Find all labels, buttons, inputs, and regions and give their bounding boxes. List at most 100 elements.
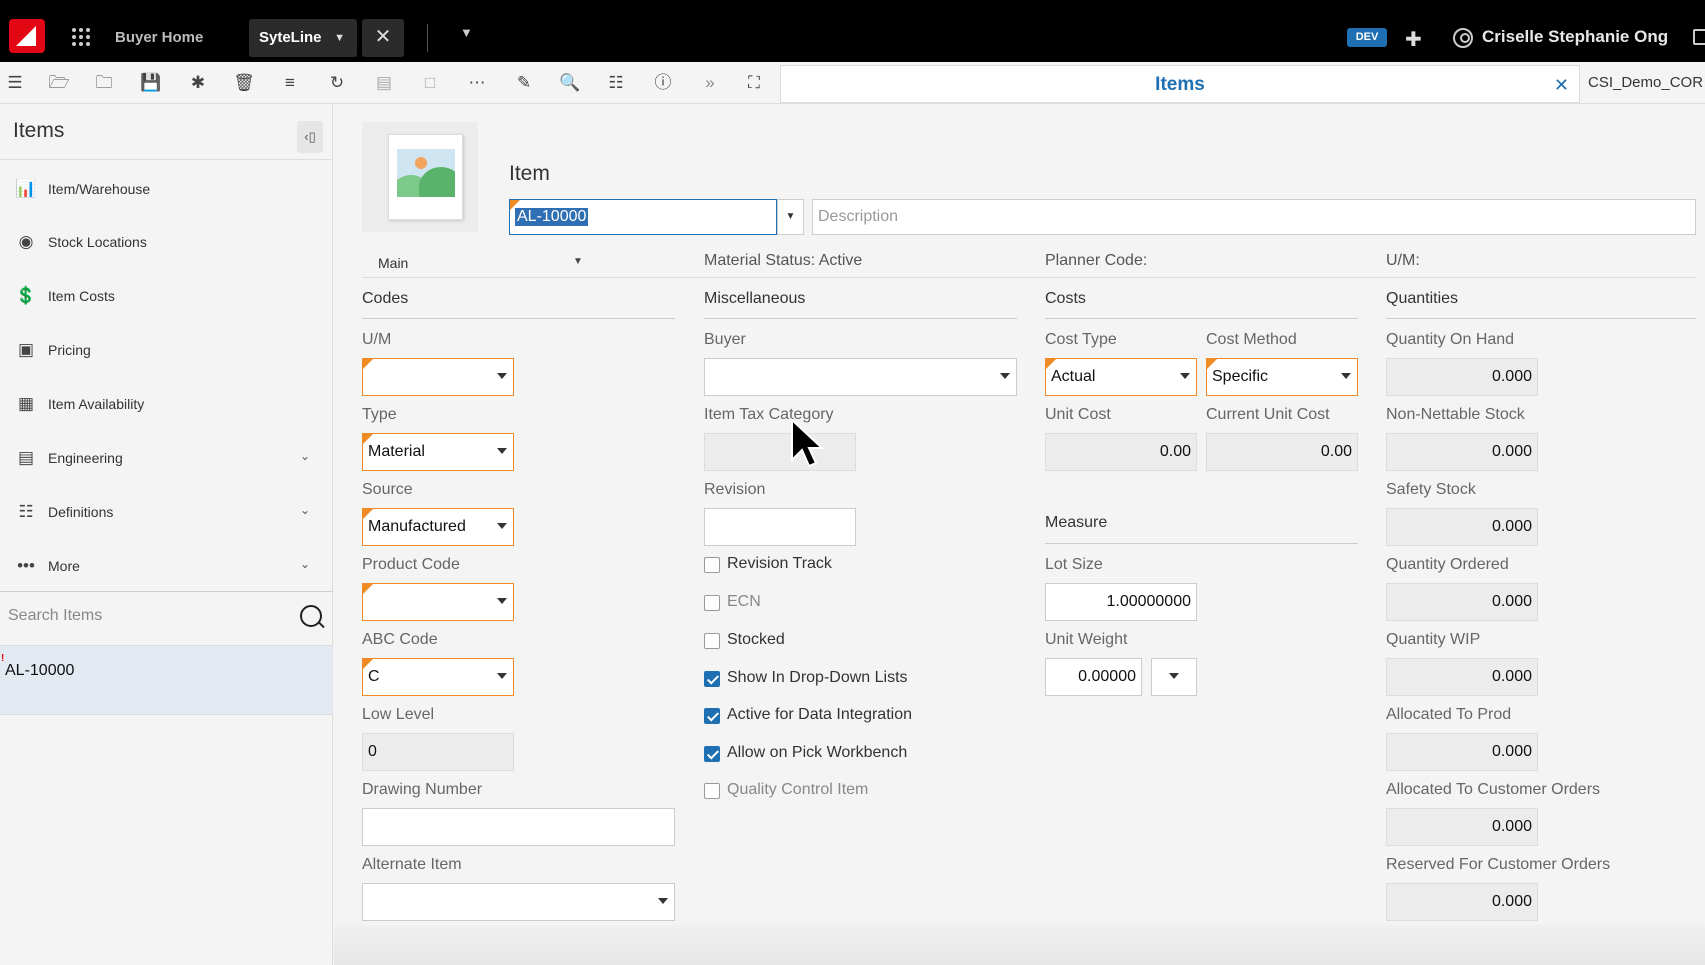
more-options-icon[interactable]: ⋯ <box>466 72 488 94</box>
grid-dots-icon[interactable] <box>72 28 90 46</box>
cost-type-select[interactable]: Actual <box>1045 358 1197 396</box>
dropdown-arrow-icon <box>1000 373 1010 379</box>
search-input[interactable] <box>0 595 290 637</box>
unit-weight-field[interactable]: 0.00000 <box>1045 658 1142 696</box>
dropdown-arrow-icon <box>497 448 507 454</box>
location-pin-icon: ◉ <box>18 232 34 251</box>
close-tab-button[interactable]: ✕ <box>362 19 404 57</box>
tab-select[interactable]: Main ▼ <box>378 252 588 274</box>
drawing-number-field[interactable] <box>362 808 675 846</box>
non-nettable-stock-field: 0.000 <box>1386 433 1538 471</box>
app-logo[interactable] <box>9 19 45 53</box>
revision-track-checkbox[interactable] <box>704 557 720 573</box>
collapse-sidebar-button[interactable]: ‹▯ <box>297 121 323 153</box>
reserved-customer-orders-label: Reserved For Customer Orders <box>1386 856 1611 873</box>
user-icon[interactable] <box>1453 28 1473 48</box>
sidebar-item-item-costs[interactable]: 💲 Item Costs <box>0 277 333 317</box>
active-data-integration-checkbox[interactable] <box>704 708 720 724</box>
layers-icon[interactable]: ☷ <box>605 72 627 94</box>
sidebar-item-label: Stock Locations <box>48 234 147 250</box>
allow-pick-workbench-checkbox[interactable] <box>704 746 720 762</box>
sidebar-item-engineering[interactable]: ▤ Engineering ⌄ <box>0 439 333 479</box>
alternate-item-select[interactable] <box>362 883 675 921</box>
dropdown-arrow-icon <box>658 898 668 904</box>
sidebar-item-label: Engineering <box>48 450 123 466</box>
divider <box>0 159 333 160</box>
item-dropdown-button[interactable]: ▼ <box>777 199 804 235</box>
quality-control-checkbox[interactable] <box>704 783 720 799</box>
puzzle-icon[interactable]: ✚ <box>1405 27 1422 52</box>
close-icon[interactable]: ✕ <box>1554 75 1569 96</box>
item-input[interactable]: AL-10000 <box>509 199 777 235</box>
chevrons-right-icon[interactable]: » <box>699 72 721 94</box>
list-item[interactable]: ! AL-10000 <box>0 645 333 715</box>
tab-buyer-home[interactable]: Buyer Home <box>115 19 203 57</box>
window-icon[interactable] <box>1693 29 1705 45</box>
fullscreen-icon[interactable]: ⛶ <box>743 72 765 94</box>
cost-type-label: Cost Type <box>1045 331 1117 348</box>
tab-syteline[interactable]: SyteLine ▼ <box>249 19 357 57</box>
item-image-placeholder[interactable] <box>362 122 478 232</box>
engineering-icon: ▤ <box>17 448 35 467</box>
tax-category-field <box>704 433 856 471</box>
buyer-select[interactable] <box>704 358 1017 396</box>
chevron-down-icon: ⌄ <box>300 557 311 571</box>
sidebar-item-item-warehouse[interactable]: 📊 Item/Warehouse <box>0 170 333 210</box>
delete-icon[interactable]: 🗑 <box>233 72 255 94</box>
qty-ordered-field: 0.000 <box>1386 583 1538 621</box>
weight-unit-select[interactable] <box>1151 658 1197 696</box>
sidebar-item-item-availability[interactable]: ▦ Item Availability <box>0 385 333 425</box>
image-icon <box>388 134 463 220</box>
cost-method-select[interactable]: Specific <box>1206 358 1358 396</box>
env-badge: DEV <box>1347 28 1387 47</box>
refresh-icon[interactable]: ↻ <box>326 72 348 94</box>
description-field[interactable] <box>812 199 1696 235</box>
sidebar-item-label: Pricing <box>48 342 91 358</box>
product-code-select[interactable] <box>362 583 514 621</box>
sidebar-item-more[interactable]: ••• More ⌄ <box>0 547 333 587</box>
top-bar: Buyer Home SyteLine ▼ ✕ ▼ DEV ✚ Criselle… <box>0 0 1705 62</box>
qty-on-hand-value: 0.000 <box>1491 368 1532 385</box>
save-icon[interactable]: 💾 <box>140 72 162 94</box>
filter-icon[interactable]: ≡ <box>279 72 301 94</box>
divider <box>1045 318 1358 319</box>
user-name[interactable]: Criselle Stephanie Ong <box>1482 27 1668 47</box>
dropdown-arrow-icon <box>1341 373 1351 379</box>
source-select[interactable]: Manufactured <box>362 508 514 546</box>
um-select[interactable] <box>362 358 514 396</box>
dropdown-arrow-icon <box>497 598 507 604</box>
dropdown-arrow-icon <box>497 523 507 529</box>
drawing-number-label: Drawing Number <box>362 781 483 798</box>
costs-section-title: Costs <box>1045 290 1086 307</box>
lot-size-field[interactable]: 1.00000000 <box>1045 583 1197 621</box>
um-info: U/M: <box>1386 252 1420 269</box>
new-record-icon[interactable]: ✱ <box>187 72 209 94</box>
description-input[interactable] <box>813 200 1695 234</box>
unit-cost-label: Unit Cost <box>1045 406 1111 423</box>
copy-icon[interactable]: ▤ <box>373 72 395 94</box>
abc-code-select[interactable]: C <box>362 658 514 696</box>
qty-wip-value: 0.000 <box>1491 668 1532 685</box>
sidebar-item-definitions[interactable]: ☷ Definitions ⌄ <box>0 493 333 533</box>
ecn-checkbox[interactable] <box>704 595 720 611</box>
sidebar-item-stock-locations[interactable]: ◉ Stock Locations <box>0 223 333 263</box>
open-folder-icon[interactable]: 🗀 <box>93 72 115 94</box>
edit-icon[interactable]: ✎ <box>513 72 535 94</box>
active-data-integration-label: Active for Data Integration <box>727 706 912 723</box>
divider <box>427 24 428 52</box>
form-title: Items <box>1155 74 1205 95</box>
divider <box>362 318 675 319</box>
folder-search-icon[interactable]: 🔍 <box>559 72 581 94</box>
search-icon[interactable] <box>300 605 322 627</box>
stocked-checkbox[interactable] <box>704 633 720 649</box>
info-icon[interactable]: ⓘ <box>652 72 674 94</box>
document-icon[interactable]: □ <box>419 72 441 94</box>
hamburger-menu-icon[interactable]: ☰ <box>4 72 26 94</box>
tabs-dropdown-chevron-icon[interactable]: ▼ <box>460 25 473 40</box>
sidebar-item-pricing[interactable]: ▣ Pricing <box>0 331 333 371</box>
show-in-dropdown-checkbox[interactable] <box>704 671 720 687</box>
current-unit-cost-value: 0.00 <box>1320 443 1352 460</box>
revision-field[interactable] <box>704 508 856 546</box>
new-folder-icon[interactable]: 🗁 <box>48 72 70 94</box>
type-select[interactable]: Material <box>362 433 514 471</box>
